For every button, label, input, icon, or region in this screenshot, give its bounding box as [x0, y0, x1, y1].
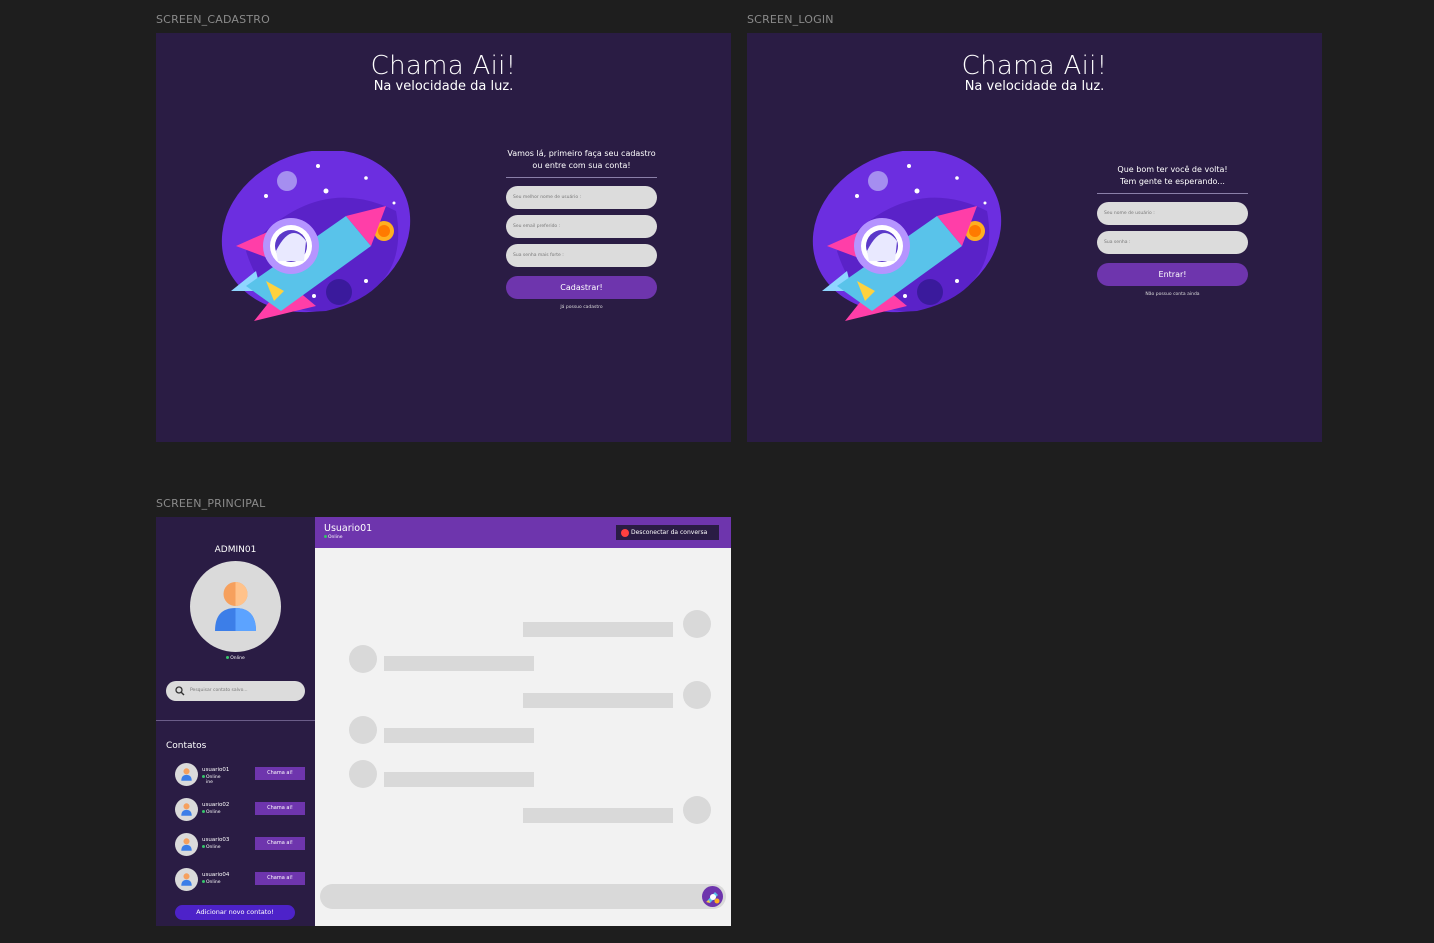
contacts-title: Contatos — [166, 741, 207, 751]
frame-label-principal: SCREEN_PRINCIPAL — [156, 497, 266, 510]
record-icon — [621, 528, 629, 537]
app-subtitle: Na velocidade da luz. — [964, 79, 1105, 94]
chat-user-name: Usuario01 — [324, 523, 373, 534]
user-avatar-icon — [175, 868, 198, 891]
contact-status: Online — [202, 880, 221, 885]
message-avatar — [349, 645, 377, 673]
login-form: Que bom ter você de volta! Tem gente te … — [1097, 164, 1248, 297]
contact-name: usuario03 — [202, 837, 230, 843]
chat-user-status: Online — [324, 535, 343, 540]
frame-label-login: SCREEN_LOGIN — [747, 13, 834, 26]
user-avatar-icon — [175, 798, 198, 821]
online-dot — [202, 880, 205, 883]
frame-label-cadastro: SCREEN_CADASTRO — [156, 13, 270, 26]
email-field[interactable]: Seu email preferido : — [506, 215, 657, 238]
intro-line-2: Tem gente te esperando... — [1120, 177, 1225, 186]
screen-cadastro: Chama Aii! Na velocidade da luz. Vamos l… — [156, 33, 731, 442]
signup-button[interactable]: Cadastrar! — [506, 276, 657, 299]
message-avatar — [349, 716, 377, 744]
login-link[interactable]: Já possuo cadastro — [506, 305, 657, 310]
message-placeholder — [384, 728, 534, 743]
login-button[interactable]: Entrar! — [1097, 263, 1248, 286]
user-avatar-icon — [175, 833, 198, 856]
contact-item: usuario04 Online Chama ai! — [175, 868, 305, 893]
user-avatar-icon — [175, 763, 198, 786]
online-dot — [202, 775, 205, 778]
intro-line-1: Que bom ter você de volta! — [1117, 165, 1228, 174]
username-field[interactable]: Seu melhor nome de usuário : — [506, 186, 657, 209]
message-placeholder — [384, 656, 534, 671]
divider — [506, 177, 657, 178]
brand: Chama Aii! Na velocidade da luz. — [156, 52, 731, 94]
add-contact-button[interactable]: Adicionar novo contato! — [175, 905, 295, 920]
search-icon — [175, 686, 185, 696]
online-dot — [324, 535, 327, 538]
search-input[interactable]: Pesquisar contato salvo... — [166, 681, 305, 701]
current-user-name: ADMIN01 — [214, 545, 257, 555]
message-input[interactable] — [320, 884, 726, 909]
contact-name: usuario01 — [202, 767, 230, 773]
contact-name: usuario02 — [202, 802, 230, 808]
divider — [1097, 193, 1248, 194]
contact-item: usuario01 Online ine Chama ai! — [175, 763, 305, 788]
online-dot — [202, 845, 205, 848]
message-avatar — [349, 760, 377, 788]
disconnect-button[interactable]: Desconectar da conversa — [616, 525, 719, 540]
contact-status: Online — [202, 845, 221, 850]
user-avatar-icon — [190, 561, 281, 652]
chat-header: Usuario01 Online Desconectar da conversa — [315, 517, 731, 548]
contact-item: usuario02 Online Chama ai! — [175, 798, 305, 823]
call-contact-button[interactable]: Chama ai! — [255, 872, 305, 885]
message-placeholder — [523, 622, 673, 637]
call-contact-button[interactable]: Chama ai! — [255, 837, 305, 850]
message-placeholder — [523, 693, 673, 708]
password-field[interactable]: Sua senha : — [1097, 231, 1248, 254]
app-subtitle: Na velocidade da luz. — [373, 79, 514, 94]
sidebar-divider — [156, 720, 315, 721]
screen-principal: ADMIN01 Online Pesquisar contato salvo..… — [156, 517, 731, 926]
password-field[interactable]: Sua senha mais forte : — [506, 244, 657, 267]
message-placeholder — [384, 772, 534, 787]
contact-status: Online ine — [202, 775, 221, 785]
screen-login: Chama Aii! Na velocidade da luz. Que bom… — [747, 33, 1322, 442]
app-title: Chama Aii! — [370, 51, 517, 81]
chat-messages — [315, 548, 731, 926]
signup-link[interactable]: Não possuo conta ainda — [1097, 292, 1248, 297]
app-title: Chama Aii! — [961, 51, 1108, 81]
contact-status: Online — [202, 810, 221, 815]
online-dot — [202, 810, 205, 813]
username-field[interactable]: Seu nome de usuário : — [1097, 202, 1248, 225]
brand: Chama Aii! Na velocidade da luz. — [747, 52, 1322, 94]
intro-line-2: ou entre com sua conta! — [532, 161, 631, 170]
contact-item: usuario03 Online Chama ai! — [175, 833, 305, 858]
online-dot — [226, 656, 230, 659]
signup-form: Vamos lá, primeiro faça seu cadastro ou … — [506, 148, 657, 310]
intro-line-1: Vamos lá, primeiro faça seu cadastro — [507, 149, 656, 158]
rocket-illustration — [812, 151, 1002, 321]
message-avatar — [683, 796, 711, 824]
call-contact-button[interactable]: Chama ai! — [255, 767, 305, 780]
message-avatar — [683, 610, 711, 638]
message-placeholder — [523, 808, 673, 823]
sidebar: ADMIN01 Online Pesquisar contato salvo..… — [156, 517, 315, 926]
message-avatar — [683, 681, 711, 709]
current-user-status: Online — [156, 656, 315, 661]
rocket-send-icon[interactable] — [702, 886, 723, 907]
call-contact-button[interactable]: Chama ai! — [255, 802, 305, 815]
contact-name: usuario04 — [202, 872, 230, 878]
rocket-illustration — [221, 151, 411, 321]
